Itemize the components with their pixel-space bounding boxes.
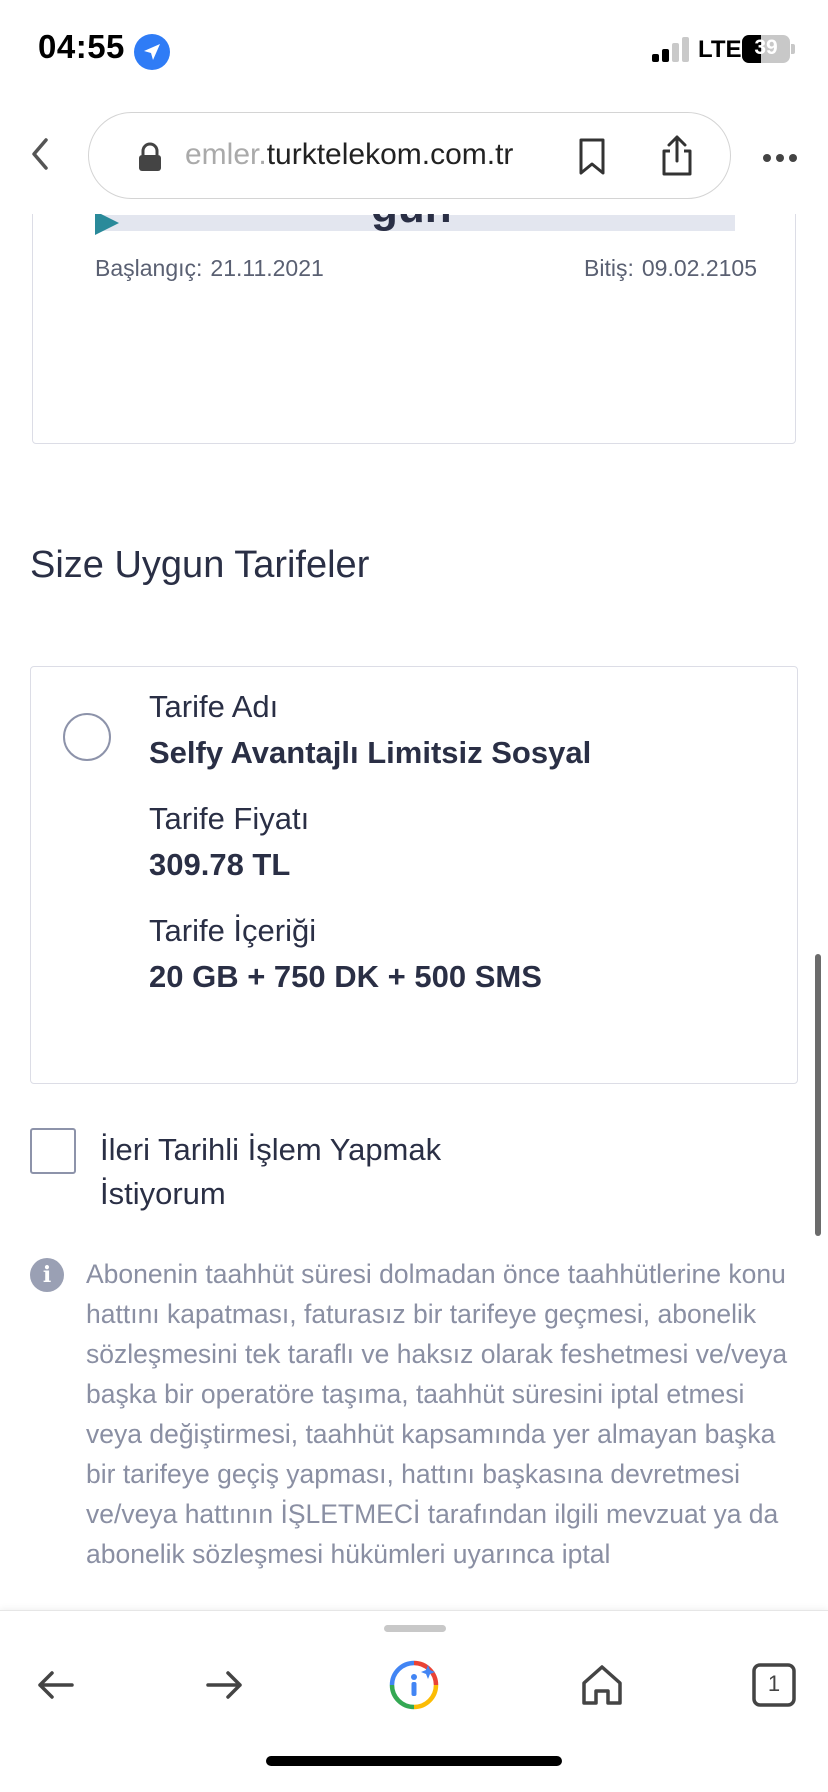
status-bar: 04:55 LTE 39	[0, 0, 828, 100]
chevron-left-icon[interactable]	[26, 134, 56, 174]
tariff-content-label: Tarife İçeriği	[149, 913, 317, 948]
signal-icon	[652, 36, 692, 62]
tariff-price-value: 309.78 TL	[149, 847, 291, 882]
forward-arrow-icon[interactable]	[194, 1655, 254, 1715]
url-text: emler.turktelekom.com.tr	[185, 138, 575, 172]
url-faded: emler.	[185, 138, 267, 171]
bookmark-icon[interactable]	[577, 137, 607, 182]
lock-icon	[137, 142, 163, 177]
tariff-content-value: 20 GB + 750 DK + 500 SMS	[149, 959, 542, 994]
progress-marker	[95, 214, 119, 235]
remaining-unit: gün	[371, 214, 452, 233]
end-date: Bitiş: 09.02.2105	[584, 255, 757, 282]
future-transaction-checkbox[interactable]	[30, 1128, 76, 1174]
tab-count: 1	[767, 1671, 781, 1696]
back-arrow-icon[interactable]	[26, 1655, 86, 1715]
end-date-label: Bitiş:	[584, 255, 634, 281]
scrollbar[interactable]	[815, 954, 821, 1236]
tariff-name-label: Tarife Adı	[149, 689, 279, 724]
google-lens-icon[interactable]	[384, 1655, 444, 1715]
end-date-value: 09.02.2105	[641, 255, 757, 281]
home-icon[interactable]	[572, 1655, 632, 1715]
start-date-value: 21.11.2021	[210, 255, 324, 281]
share-icon[interactable]	[659, 133, 695, 182]
location-arrow-icon	[134, 34, 170, 70]
battery-icon: 39	[742, 35, 790, 63]
info-icon: i	[30, 1258, 64, 1292]
tariff-name-value: Selfy Avantajlı Limitsiz Sosyal	[149, 735, 592, 770]
network-type: LTE	[698, 36, 742, 63]
status-time: 04:55	[38, 28, 125, 65]
start-date-label: Başlangıç:	[95, 255, 203, 281]
tariff-price-label: Tarife Fiyatı	[149, 801, 310, 836]
battery-tip	[791, 44, 795, 54]
tabs-icon[interactable]: 1	[744, 1655, 804, 1715]
section-title: Size Uygun Tarifeler	[30, 544, 370, 586]
tariff-option-card[interactable]: Tarife Adı Selfy Avantajlı Limitsiz Sosy…	[30, 666, 798, 1084]
start-date: Başlangıç: 21.11.2021	[95, 255, 324, 282]
battery-level: 39	[754, 36, 778, 59]
future-transaction-label[interactable]: İleri Tarihli İşlem Yapmak İstiyorum	[100, 1128, 520, 1216]
url-domain: turktelekom.com.tr	[266, 138, 514, 171]
home-indicator	[266, 1756, 562, 1766]
page-content: gün Başlangıç: 21.11.2021 Bitiş: 09.02.210…	[0, 214, 828, 1610]
address-bar[interactable]: emler.turktelekom.com.tr	[88, 112, 731, 199]
commitment-period-card: gün Başlangıç: 21.11.2021 Bitiş: 09.02.210…	[32, 214, 796, 444]
more-icon[interactable]	[762, 150, 798, 168]
toolbar-grabber[interactable]	[384, 1625, 446, 1632]
commitment-info-text: Abonenin taahhüt süresi dolmadan önce ta…	[86, 1259, 788, 1569]
tariff-radio[interactable]	[63, 713, 111, 761]
